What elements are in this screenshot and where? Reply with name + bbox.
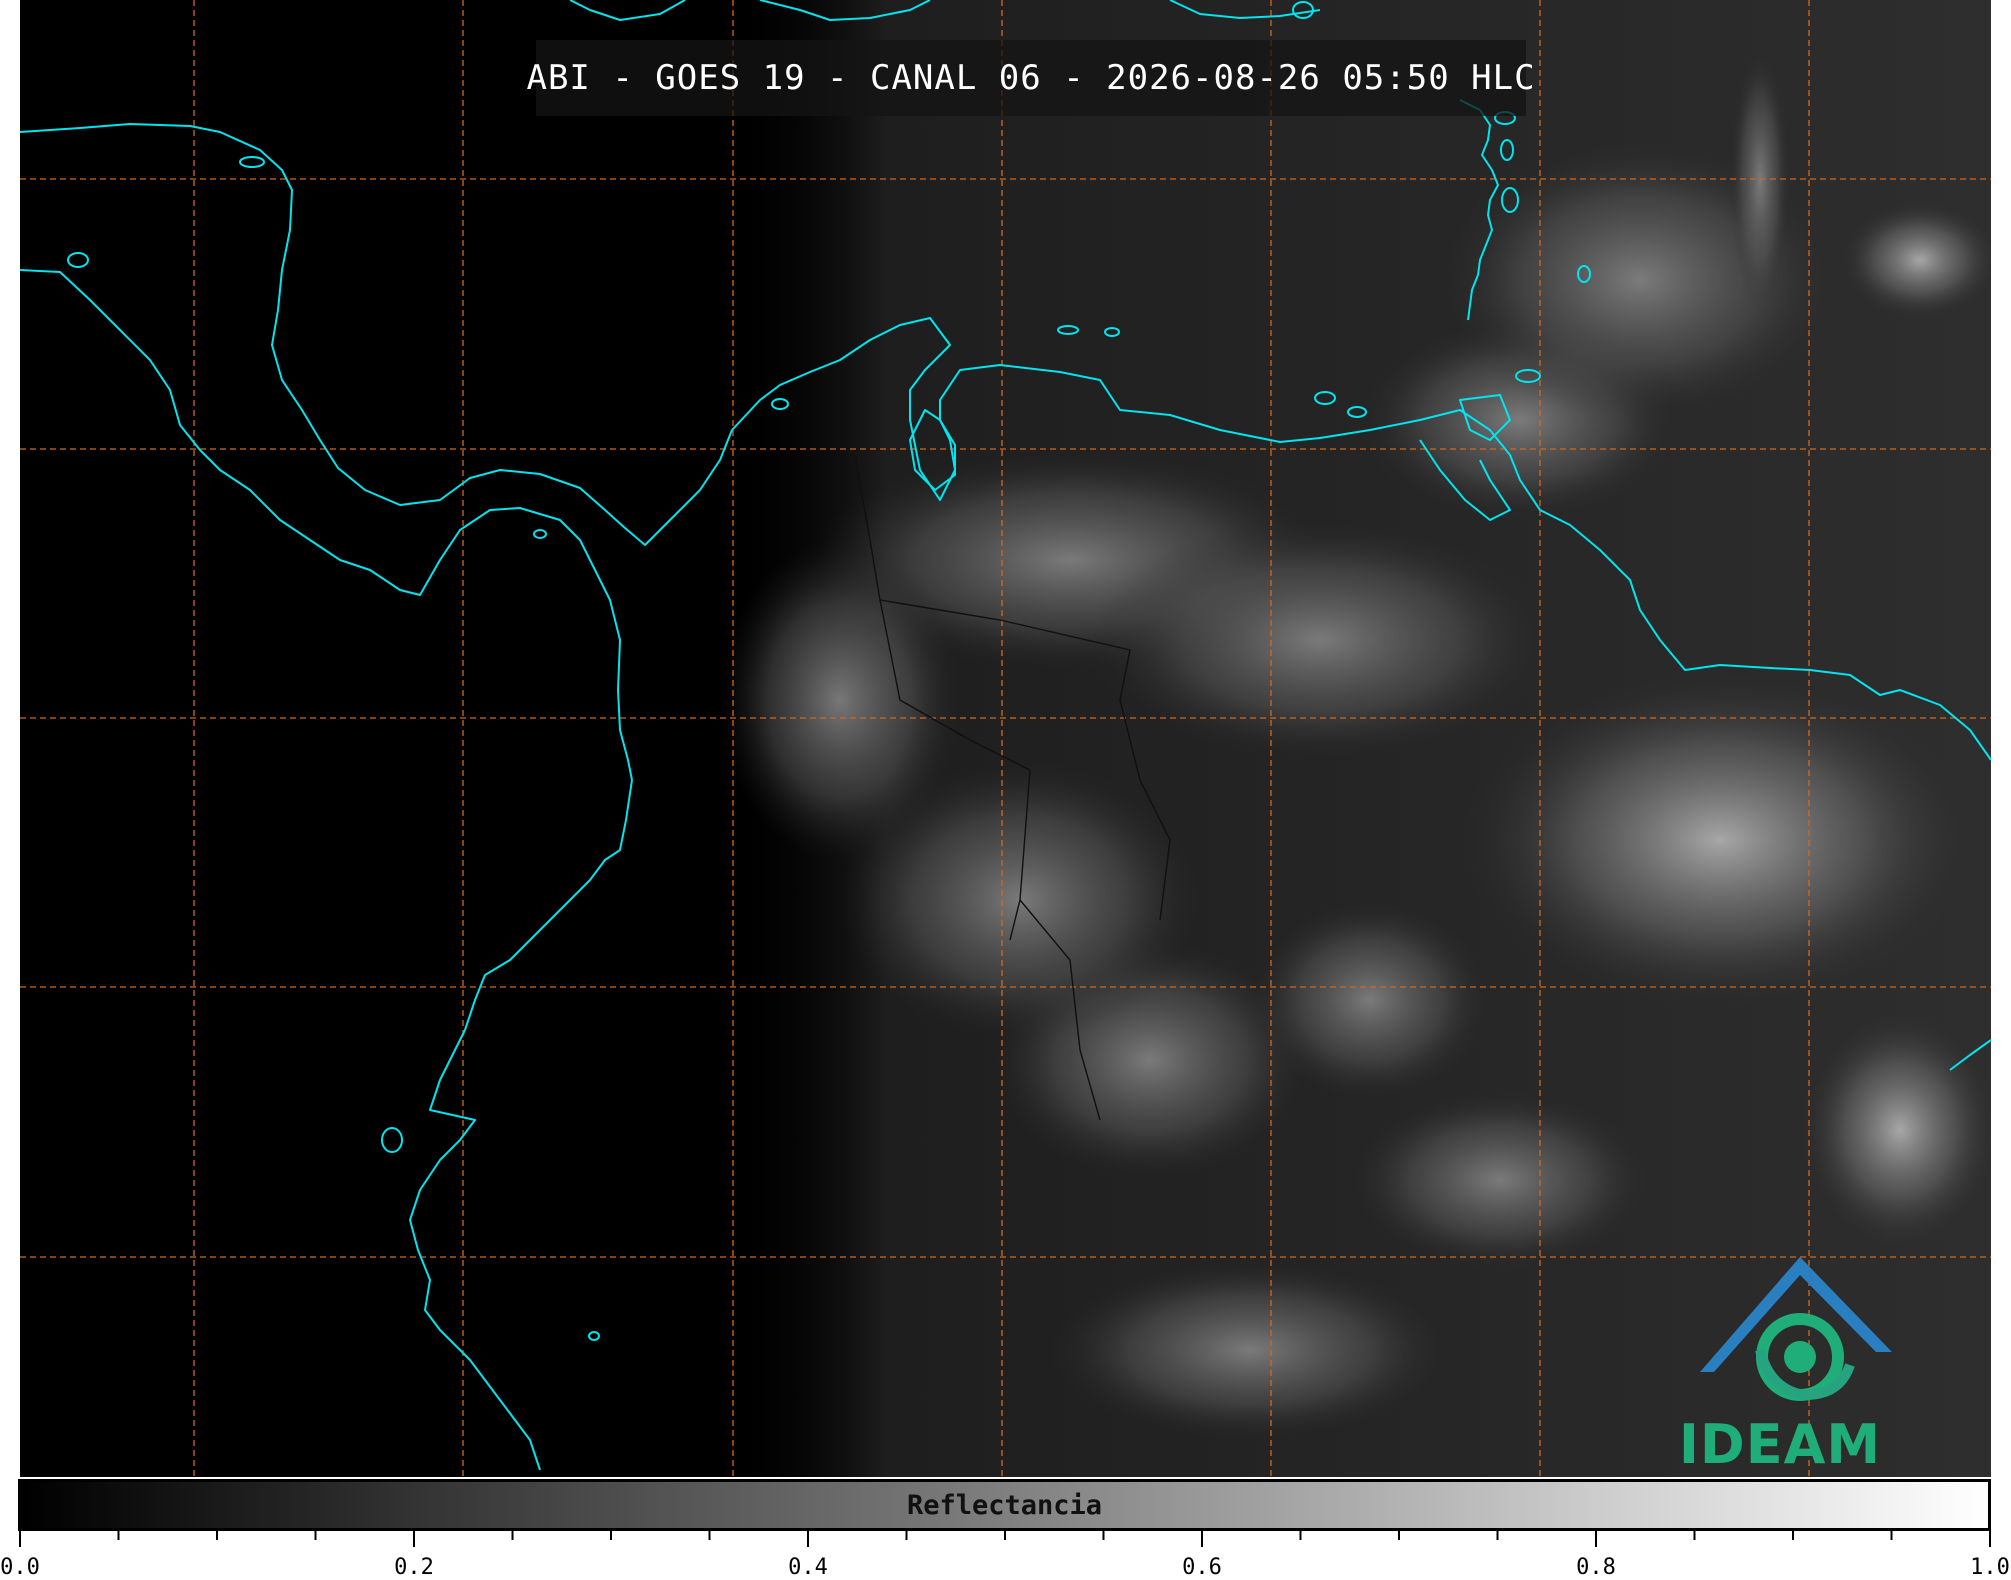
colorbar-label: Reflectancia [906,1489,1103,1521]
colorbar-tick-label: 0.2 [394,1555,434,1580]
satellite-map [20,0,1991,1477]
colorbar-tick-label: 1.0 [1970,1555,2010,1580]
colorbar-tick-label: 0.6 [1182,1555,1222,1580]
colorbar-tick-label: 0.4 [788,1555,828,1580]
colorbar-ticks [19,1531,1991,1547]
map-title: ABI - GOES 19 - CANAL 06 - 2026-08-26 05… [526,58,1536,98]
colorbar: Reflectancia [18,1479,1991,1531]
ideam-logo-text: IDEAM [1678,1413,1882,1476]
colorbar-tick-label: 0.0 [0,1555,40,1580]
colorbar-tick-label: 0.8 [1576,1555,1616,1580]
